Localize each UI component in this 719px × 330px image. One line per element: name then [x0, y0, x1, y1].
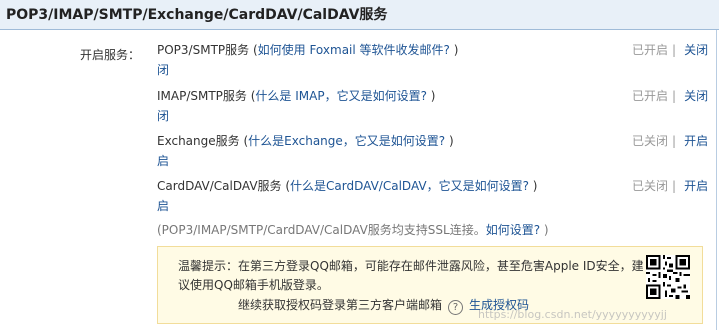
service-help-link[interactable]: 什么是Exchange，它又是如何设置?	[248, 134, 445, 148]
status-separator: |	[672, 134, 677, 148]
auth-code-text: 继续获取授权码登录第三方客户端邮箱	[238, 298, 443, 312]
toggle-service-link[interactable]: 关闭	[684, 43, 708, 57]
status-separator: |	[672, 89, 677, 103]
toggle-service-link[interactable]: 开启	[684, 134, 708, 148]
service-row-carddav: CardDAV/CalDAV服务 (什么是CardDAV/CalDAV，它又是如…	[157, 176, 632, 216]
toggle-link-wrap[interactable]: 闭	[157, 106, 632, 126]
service-row-pop3: POP3/SMTP服务 (如何使用 Foxmail 等软件收发邮件? ) 闭	[157, 40, 632, 80]
status-separator: |	[672, 179, 677, 193]
status-text: 已关闭	[632, 134, 669, 148]
service-help-link[interactable]: 什么是CardDAV/CalDAV，它又是如何设置?	[290, 179, 529, 193]
service-name: IMAP/SMTP服务	[157, 89, 247, 103]
service-name: CardDAV/CalDAV服务	[157, 179, 282, 193]
service-status-carddav: 已关闭 | 开启	[632, 176, 708, 196]
tip-text: 温馨提示：在第三方登录QQ邮箱，可能存在邮件泄露风险，甚至危害Apple ID安…	[178, 259, 644, 292]
ssl-setup-link[interactable]: 如何设置?	[486, 223, 540, 237]
right-divider	[716, 30, 717, 330]
help-icon[interactable]: ?	[448, 300, 464, 315]
service-name: Exchange服务	[157, 134, 240, 148]
service-status-pop3: 已开启 | 关闭	[632, 40, 708, 60]
service-row-imap: IMAP/SMTP服务 (什么是 IMAP，它又是如何设置? ) 闭	[157, 86, 632, 126]
service-status-imap: 已开启 | 关闭	[632, 86, 708, 106]
service-name: POP3/SMTP服务	[157, 43, 250, 57]
service-help-link[interactable]: 如何使用 Foxmail 等软件收发邮件?	[258, 43, 450, 57]
watermark: https://blog.csdn.net/yyyyyyyyyyjj	[478, 308, 667, 321]
status-text: 已关闭	[632, 179, 669, 193]
toggle-service-link[interactable]: 关闭	[684, 89, 708, 103]
toggle-link-wrap[interactable]: 闭	[157, 60, 632, 80]
ssl-note-close: )	[540, 223, 549, 237]
status-text: 已开启	[632, 89, 669, 103]
service-help-link[interactable]: 什么是 IMAP，它又是如何设置?	[255, 89, 427, 103]
service-row-exchange: Exchange服务 (什么是Exchange，它又是如何设置? ) 启	[157, 131, 632, 171]
service-status-exchange: 已关闭 | 开启	[632, 131, 708, 151]
qr-code-icon	[646, 255, 690, 299]
toggle-link-wrap[interactable]: 启	[157, 151, 632, 171]
ssl-note-text: (POP3/IMAP/SMTP/CardDAV/CalDAV服务均支持SSL连接…	[157, 223, 486, 237]
section-title: POP3/IMAP/SMTP/Exchange/CardDAV/CalDAV服务	[6, 7, 388, 23]
toggle-service-link[interactable]: 开启	[684, 179, 708, 193]
section-header: POP3/IMAP/SMTP/Exchange/CardDAV/CalDAV服务	[0, 0, 719, 30]
ssl-note: (POP3/IMAP/SMTP/CardDAV/CalDAV服务均支持SSL连接…	[157, 221, 549, 238]
status-separator: |	[672, 43, 677, 57]
toggle-link-wrap[interactable]: 启	[157, 196, 632, 216]
status-text: 已开启	[632, 43, 669, 57]
open-services-label: 开启服务：	[80, 48, 141, 62]
